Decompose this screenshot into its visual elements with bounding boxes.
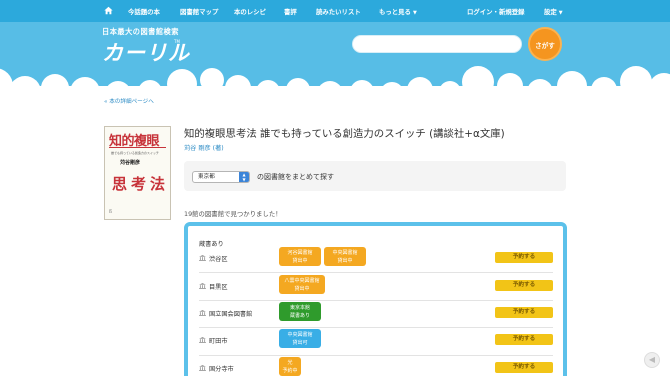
nav-item-reviews[interactable]: 書評 [284,7,297,16]
badge-branch: 光 [287,360,293,366]
prefecture-label: の図書館をまとめて探す [257,173,334,181]
availability-badge[interactable]: 中央図書館 貸出可 [279,329,321,348]
library-building-icon [199,310,206,316]
library-row: 国分寺市 光予約中 予約する [199,356,553,376]
library-name[interactable]: 目黒区 [209,282,228,291]
reserve-button[interactable]: 予約する [495,307,553,318]
badge-branch: 東京本館 [289,305,310,311]
availability-badge[interactable]: 八雲中央図書館 貸出中 [279,275,325,294]
cover-subtitle: 誰でも持っている創造力のスイッチ [111,151,159,155]
badge-status: 蔵書あり [289,313,310,319]
reserve-button[interactable]: 予約する [495,280,553,291]
library-building-icon [199,255,206,261]
back-to-book-link[interactable]: « 本の詳細ページへ [104,97,154,105]
badge-branch: 河谷図書館 [287,250,313,256]
library-results-panel: 蔵書あり 渋谷区 河谷図書館 貸出中 中央図書館 貸出中 予約する 目黒区 八雲中央図書館 貸出… [184,222,567,376]
cover-divider [109,147,166,148]
prefecture-select[interactable]: 東京都 ▲ ▼ [192,171,250,183]
publisher-mark-icon: ß [109,209,113,215]
prefecture-search-box: 東京都 ▲ ▼ の図書館をまとめて探す [184,161,566,191]
book-author[interactable]: 苅谷 剛彦 (著) [184,143,224,152]
cover-author: 苅谷剛彦 [120,160,141,166]
badge-status: 貸出中 [294,286,310,292]
badge-status: 貸出中 [337,258,353,264]
library-name[interactable]: 国立国会図書館 [209,309,252,318]
library-name[interactable]: 国分寺市 [209,364,234,373]
prefecture-select-value: 東京都 [198,174,215,180]
site-tagline: 日本最大の図書館検索 [102,27,179,36]
scroll-top-icon[interactable]: ◀ [644,352,660,368]
library-row: 町田市 中央図書館貸出可 予約する [199,328,553,356]
reserve-button[interactable]: 予約する [495,334,553,345]
book-title: 知的複眼思考法 誰でも持っている創造力のスイッチ (講談社+α文庫) [184,128,505,140]
search-input[interactable] [352,35,522,53]
library-building-icon [199,365,206,371]
badge-status: 貸出中 [292,258,308,264]
book-cover[interactable]: 知的複眼 誰でも持っている創造力のスイッチ 苅谷剛彦 思考法 ß [104,126,171,220]
results-count: 19館の図書館で見つかりました！ [184,210,282,218]
reserve-button[interactable]: 予約する [495,362,553,373]
login-link[interactable]: ログイン・新規登録 [467,7,525,16]
nav-item-library-map[interactable]: 図書館マップ [180,7,218,16]
availability-badge[interactable]: 光予約中 [279,357,301,376]
library-building-icon [199,283,206,289]
library-name[interactable]: 町田市 [209,336,228,345]
chevron-down-icon: ▼ [558,10,563,16]
availability-badge[interactable]: 東京本館 蔵書あり [279,302,321,321]
settings-label: 設定 [544,8,557,16]
badge-branch: 中央図書館 [332,250,358,256]
badge-status: 予約中 [282,368,298,374]
library-building-icon [199,337,206,343]
nav-item-trending[interactable]: 今話題の本 [128,7,160,16]
badge-branch: 八雲中央図書館 [284,278,320,284]
nav-item-book-recipe[interactable]: 本のレシピ [234,7,266,16]
nav-item-more-label: もっと見る [379,8,411,16]
select-arrows-icon: ▲ ▼ [239,172,249,182]
library-row: 目黒区 八雲中央図書館 貸出中 予約する [199,274,553,301]
availability-badge[interactable]: 中央図書館 貸出中 [324,247,366,266]
nav-item-reading-list[interactable]: 読みたいリスト [316,7,361,16]
search-button[interactable]: さがす [528,27,562,61]
library-name[interactable]: 渋谷区 [209,254,228,263]
chevron-down-icon: ▼ [412,10,417,16]
library-row: 渋谷区 河谷図書館 貸出中 中央図書館 貸出中 予約する [199,246,553,273]
library-row: 国立国会図書館 東京本館蔵書あり 予約する [199,301,553,328]
reserve-button[interactable]: 予約する [495,252,553,263]
logo-trademark: TM [174,39,180,44]
top-nav: 今話題の本 図書館マップ 本のレシピ 書評 読みたいリスト もっと見る ▼ ログイ… [0,0,670,22]
badge-branch: 中央図書館 [287,332,313,338]
cover-title-bottom: 思考法 [112,175,170,193]
home-icon[interactable] [104,6,113,15]
settings-menu[interactable]: 設定 ▼ [544,7,563,16]
nav-item-more[interactable]: もっと見る ▼ [379,7,417,16]
availability-badge[interactable]: 河谷図書館 貸出中 [279,247,321,266]
cloud-decoration [0,66,670,102]
badge-status: 貸出可 [292,340,308,346]
